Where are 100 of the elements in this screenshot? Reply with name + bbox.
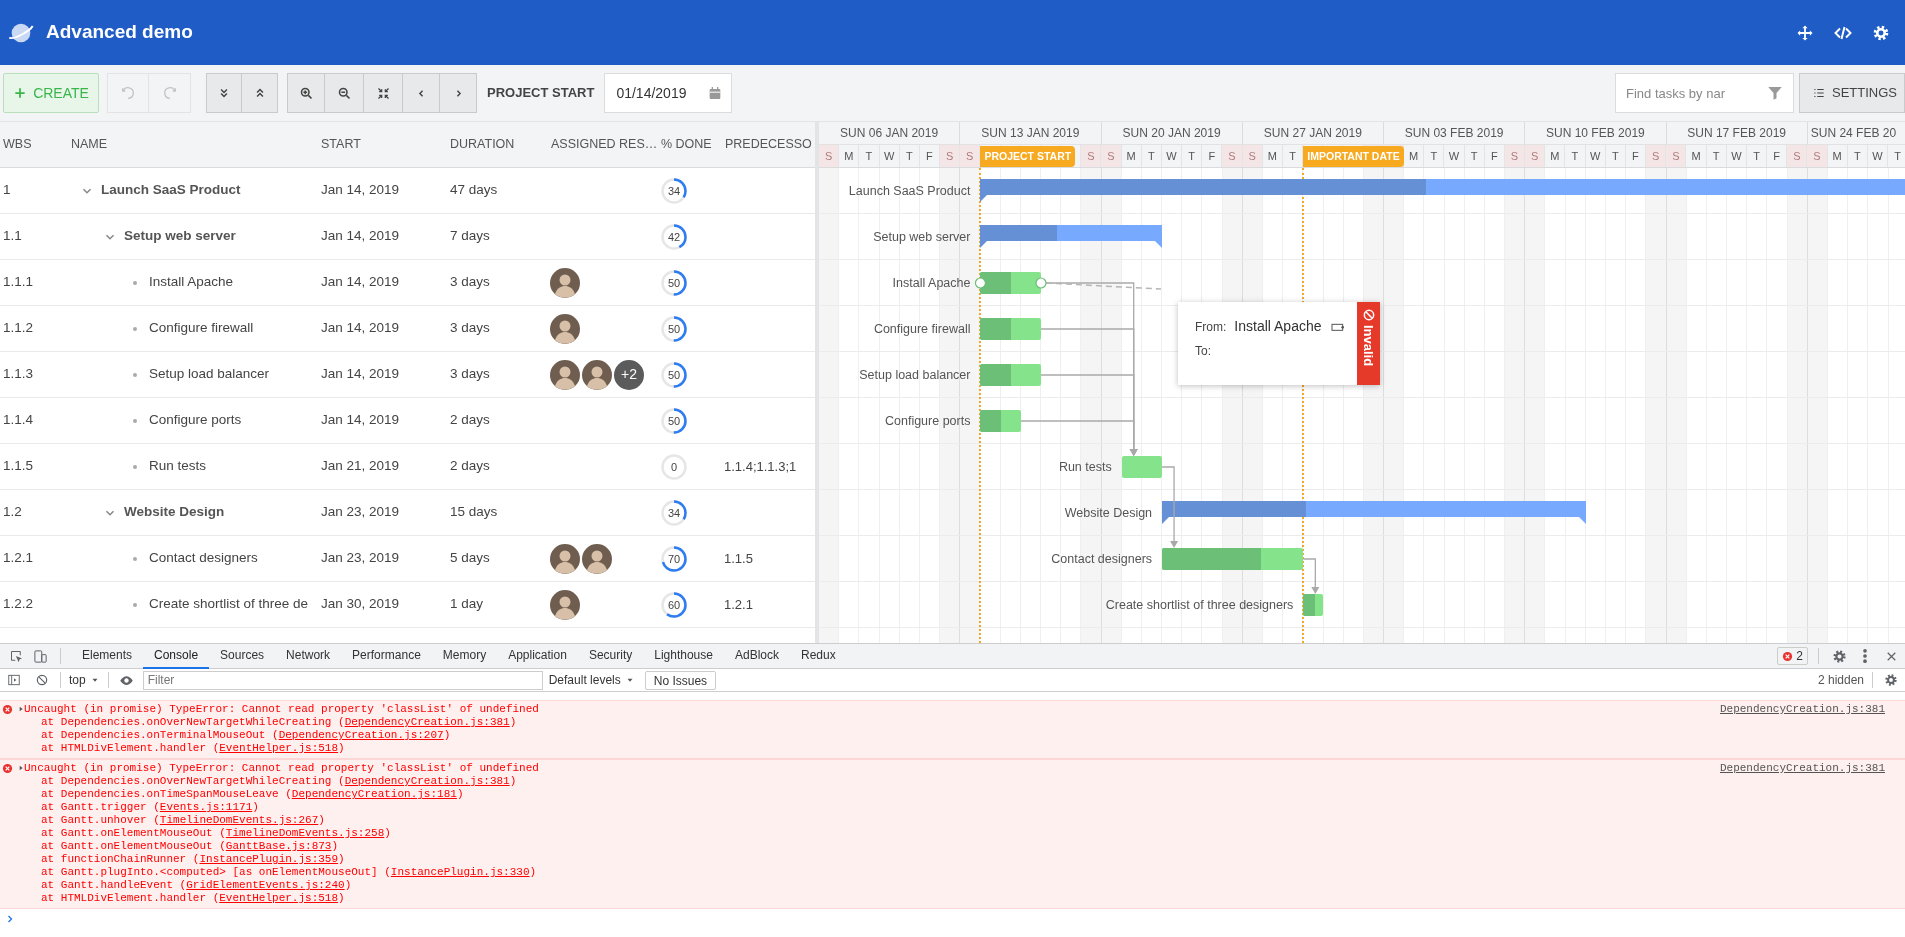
day-letter: T xyxy=(1188,149,1196,165)
issues-button[interactable]: No Issues xyxy=(644,670,717,690)
column-header[interactable]: START xyxy=(321,137,361,152)
source-link[interactable]: DependencyCreation.js:381 xyxy=(1719,762,1885,905)
day-letter: S xyxy=(1530,149,1539,165)
devtools-tab[interactable]: Sources xyxy=(209,644,276,669)
source-link[interactable]: Events.js:1171 xyxy=(159,801,253,813)
column-header[interactable]: ASSIGNED RES… xyxy=(551,137,658,152)
day-letter: S xyxy=(1228,149,1236,165)
source-link[interactable]: EventHelper.js:518 xyxy=(219,892,339,904)
task-bar[interactable] xyxy=(1303,594,1324,616)
source-link[interactable]: GridElementEvents.js:240 xyxy=(186,879,345,891)
progress-fill xyxy=(980,318,1011,340)
task-name[interactable]: Configure firewall xyxy=(149,318,254,339)
day-letter: T xyxy=(865,149,873,165)
devtools-tab[interactable]: Lighthouse xyxy=(643,644,724,669)
device-icon xyxy=(32,648,48,664)
task-name[interactable]: Setup web server xyxy=(124,226,236,247)
bullet-icon xyxy=(133,556,137,561)
day-letter: S xyxy=(1107,149,1115,165)
summary-bar[interactable] xyxy=(980,179,1905,201)
column-header[interactable]: % DONE xyxy=(661,137,712,152)
source-link[interactable]: DependencyCreation.js:381 xyxy=(344,775,510,787)
percent-done: 50 xyxy=(667,276,681,289)
stack-trace-line: at Dependencies.onTerminalMouseOut (DependencyCreation.js:207) xyxy=(40,729,452,742)
column-header[interactable]: NAME xyxy=(71,137,108,152)
percent-done: 34 xyxy=(667,184,681,197)
column-header[interactable]: DURATION xyxy=(450,137,515,152)
devtools-tab[interactable]: AdBlock xyxy=(723,644,790,669)
devtools-tab[interactable]: Application xyxy=(497,644,578,669)
day-letter: M xyxy=(1126,149,1136,165)
task-name[interactable]: Install Apache xyxy=(149,272,234,293)
ban-icon xyxy=(1361,308,1376,322)
bar-label: Setup web server xyxy=(873,229,971,245)
settings-icon xyxy=(1872,23,1890,42)
task-name[interactable]: Configure ports xyxy=(149,410,242,431)
week-label: SUN 13 JAN 2019 xyxy=(981,125,1080,142)
devtools-tab[interactable]: Redux xyxy=(790,644,847,669)
source-link[interactable]: InstancePlugin.js:359 xyxy=(199,853,339,865)
source-link[interactable]: TimelineDomEvents.js:267 xyxy=(159,814,319,826)
task-name[interactable]: Create shortlist of three de xyxy=(149,594,309,615)
settings-button[interactable]: SETTINGS xyxy=(1799,73,1905,113)
more-avatars-badge: +2 xyxy=(614,359,644,390)
connector-handle[interactable] xyxy=(1035,277,1047,289)
day-letter: T xyxy=(1147,149,1155,165)
summary-bar[interactable] xyxy=(1162,501,1586,523)
source-link[interactable]: TimelineDomEvents.js:258 xyxy=(225,827,385,839)
duration: 5 days xyxy=(450,550,490,566)
error-count-button[interactable]: 2 xyxy=(1777,647,1808,665)
start-date: Jan 14, 2019 xyxy=(321,412,400,428)
zoom-in-button[interactable] xyxy=(287,73,325,113)
task-name[interactable]: Setup load balancer xyxy=(149,364,270,385)
progress-ring xyxy=(660,268,688,297)
context-selector[interactable]: top xyxy=(69,671,100,689)
source-link[interactable]: DependencyCreation.js:181 xyxy=(291,788,457,800)
zoom-to-fit-button[interactable] xyxy=(364,73,403,113)
summary-bar[interactable] xyxy=(980,225,1163,247)
source-link[interactable]: DependencyCreation.js:207 xyxy=(278,729,444,741)
inspect-icon xyxy=(8,648,24,664)
column-header[interactable]: PREDECESSO xyxy=(725,137,812,152)
task-name[interactable]: Contact designers xyxy=(149,548,258,569)
devtools-tab[interactable]: Security xyxy=(577,644,644,669)
week-label: SUN 10 FEB 2019 xyxy=(1546,125,1645,142)
source-link[interactable]: DependencyCreation.js:381 xyxy=(1719,703,1885,755)
task-name[interactable]: Launch SaaS Product xyxy=(101,180,241,201)
app-title: Advanced demo xyxy=(46,20,193,45)
column-header[interactable]: WBS xyxy=(3,137,32,152)
day-letter: M xyxy=(1832,149,1842,165)
devtools-tab[interactable]: Elements xyxy=(71,644,144,669)
devtools-tab[interactable]: Memory xyxy=(431,644,498,669)
connector-handle[interactable] xyxy=(974,277,987,289)
source-link[interactable]: DependencyCreation.js:381 xyxy=(344,716,510,728)
wbs-number: 1.1.2 xyxy=(3,320,34,336)
devtools-tab[interactable]: Network xyxy=(275,644,342,669)
devtools-tab[interactable]: Console xyxy=(143,644,210,669)
task-name[interactable]: Website Design xyxy=(124,502,225,523)
log-levels-dropdown[interactable]: Default levels xyxy=(548,671,635,689)
stack-trace-line: at HTMLDivElement.handler (EventHelper.js:518) xyxy=(40,742,346,755)
invalid-status: Invalid xyxy=(1360,325,1378,367)
error-message: Uncaught (in promise) TypeError: Cannot read property 'classList' of undefined xyxy=(24,703,540,716)
devtools-tab[interactable]: Performance xyxy=(341,644,432,669)
task-bar[interactable] xyxy=(980,272,1041,294)
hidden-count: 2 hidden xyxy=(1817,672,1864,689)
date-field[interactable]: 01/14/2019 xyxy=(604,73,733,113)
sidebar-icon xyxy=(7,673,21,687)
filter-field[interactable]: Filter xyxy=(142,670,543,690)
task-name[interactable]: Run tests xyxy=(149,456,207,477)
day-letter: W xyxy=(1448,149,1460,165)
day-letter: T xyxy=(905,149,913,165)
day-letter: S xyxy=(1793,149,1801,165)
wbs-number: 1.1 xyxy=(3,228,22,244)
source-link[interactable]: InstancePlugin.js:330 xyxy=(390,866,530,878)
error-icon xyxy=(1782,650,1794,662)
expand-triangle-icon xyxy=(17,764,25,772)
search-field[interactable]: Find tasks by nar xyxy=(1615,73,1794,113)
bullet-icon xyxy=(133,418,137,423)
source-link[interactable]: GanttBase.js:873 xyxy=(225,840,332,852)
duration: 3 days xyxy=(450,274,490,290)
zoom-out-button[interactable] xyxy=(325,73,364,113)
source-link[interactable]: EventHelper.js:518 xyxy=(219,742,339,754)
